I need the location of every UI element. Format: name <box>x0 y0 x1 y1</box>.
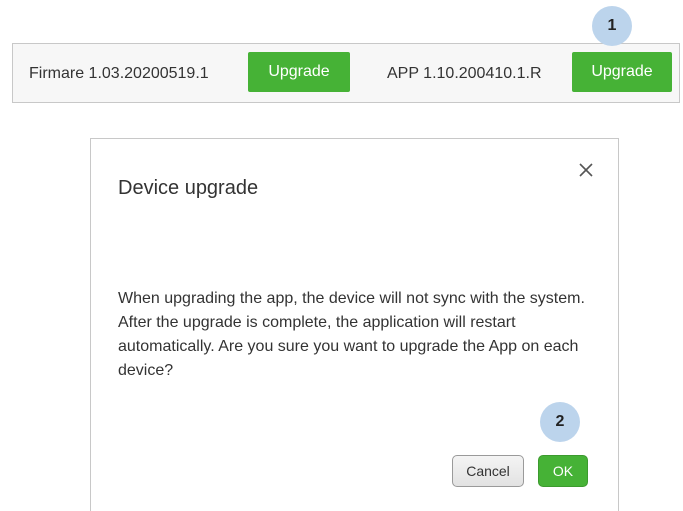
ok-button[interactable]: OK <box>538 455 588 487</box>
device-upgrade-dialog: Device upgrade When upgrading the app, t… <box>90 138 619 511</box>
firmware-version-label: Firmare 1.03.20200519.1 <box>29 65 209 82</box>
app-version-label: APP 1.10.200410.1.R <box>387 65 542 82</box>
version-bar: Firmare 1.03.20200519.1 Upgrade APP 1.10… <box>12 43 680 103</box>
close-icon[interactable] <box>577 161 595 179</box>
screenshot-canvas: Firmare 1.03.20200519.1 Upgrade APP 1.10… <box>0 0 683 511</box>
step-marker-1: 1 <box>592 6 632 46</box>
step-marker-2: 2 <box>540 402 580 442</box>
app-upgrade-button[interactable]: Upgrade <box>572 52 672 92</box>
firmware-upgrade-button[interactable]: Upgrade <box>248 52 350 92</box>
cancel-button[interactable]: Cancel <box>452 455 524 487</box>
dialog-title: Device upgrade <box>118 177 259 199</box>
dialog-message: When upgrading the app, the device will … <box>118 290 585 379</box>
